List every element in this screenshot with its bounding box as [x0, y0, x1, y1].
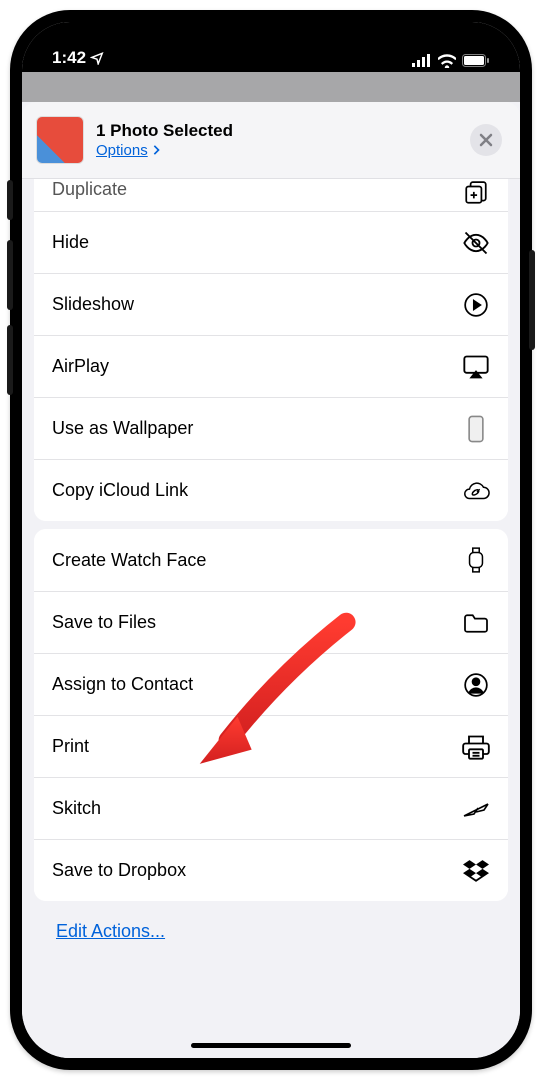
volume-down-button [7, 325, 13, 395]
action-wallpaper[interactable]: Use as Wallpaper [34, 397, 508, 459]
share-sheet: 1 Photo Selected Options Duplicate [22, 102, 520, 1058]
dropbox-icon [462, 857, 490, 885]
phone-notch [161, 10, 381, 40]
options-label: Options [96, 142, 148, 159]
action-section-1: Duplicate Hide Slideshow [34, 179, 508, 521]
feather-icon [462, 795, 490, 823]
eye-slash-icon [462, 229, 490, 257]
action-hide[interactable]: Hide [34, 211, 508, 273]
action-print[interactable]: Print [34, 715, 508, 777]
action-label: Slideshow [52, 294, 134, 315]
cloud-link-icon [462, 477, 490, 505]
action-label: Use as Wallpaper [52, 418, 193, 439]
folder-icon [462, 609, 490, 637]
edit-actions-label: Edit Actions... [56, 921, 165, 941]
action-label: Assign to Contact [52, 674, 193, 695]
location-arrow-icon [90, 51, 104, 65]
duplicate-icon [462, 179, 490, 207]
close-icon [479, 133, 493, 147]
cellular-signal-icon [412, 54, 432, 68]
action-label: Hide [52, 232, 89, 253]
share-sheet-header: 1 Photo Selected Options [22, 102, 520, 179]
printer-icon [462, 733, 490, 761]
action-label: Save to Dropbox [52, 860, 186, 881]
action-label: AirPlay [52, 356, 109, 377]
play-circle-icon [462, 291, 490, 319]
action-create-watch-face[interactable]: Create Watch Face [34, 529, 508, 591]
chevron-right-icon [152, 145, 160, 155]
action-airplay[interactable]: AirPlay [34, 335, 508, 397]
airplay-icon [462, 353, 490, 381]
action-duplicate[interactable]: Duplicate [34, 179, 508, 211]
phone-rect-icon [462, 415, 490, 443]
close-button[interactable] [470, 124, 502, 156]
action-label: Create Watch Face [52, 550, 206, 571]
home-indicator[interactable] [191, 1043, 351, 1048]
action-assign-to-contact[interactable]: Assign to Contact [34, 653, 508, 715]
action-copy-icloud-link[interactable]: Copy iCloud Link [34, 459, 508, 521]
action-save-to-dropbox[interactable]: Save to Dropbox [34, 839, 508, 901]
battery-icon [462, 54, 490, 68]
photo-thumbnail[interactable] [36, 116, 84, 164]
action-save-to-files[interactable]: Save to Files [34, 591, 508, 653]
edit-actions-button[interactable]: Edit Actions... [34, 901, 508, 962]
volume-up-button [7, 240, 13, 310]
power-button [529, 250, 535, 350]
watch-icon [462, 546, 490, 574]
phone-frame: 1:42 1 Photo Selected Options [10, 10, 532, 1070]
action-label: Duplicate [52, 179, 127, 200]
action-label: Save to Files [52, 612, 156, 633]
wifi-icon [438, 54, 456, 68]
background-visible-gap [22, 72, 520, 102]
person-circle-icon [462, 671, 490, 699]
action-label: Copy iCloud Link [52, 480, 188, 501]
status-time: 1:42 [52, 48, 86, 68]
action-label: Print [52, 736, 89, 757]
action-skitch[interactable]: Skitch [34, 777, 508, 839]
screen: 1:42 1 Photo Selected Options [22, 22, 520, 1058]
action-slideshow[interactable]: Slideshow [34, 273, 508, 335]
options-button[interactable]: Options [96, 142, 160, 159]
header-title: 1 Photo Selected [96, 121, 470, 141]
mute-switch [7, 180, 13, 220]
action-label: Skitch [52, 798, 101, 819]
action-section-2: Create Watch Face Save to Files Assign t… [34, 529, 508, 901]
